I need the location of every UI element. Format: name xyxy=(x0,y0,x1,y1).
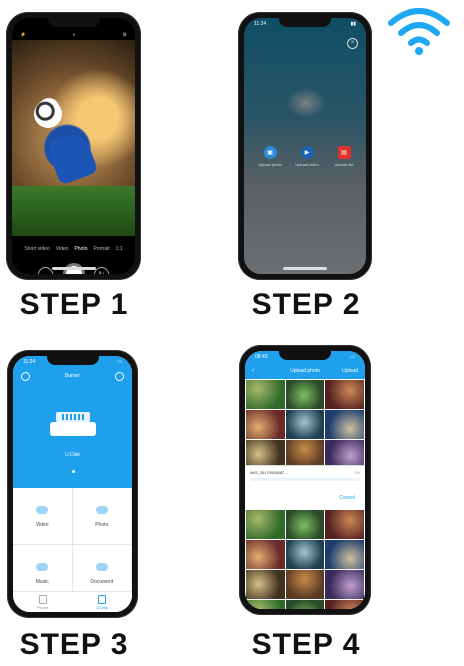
category-grid: Video Photo Music Document xyxy=(13,488,132,602)
category-photo[interactable]: Photo xyxy=(72,488,132,545)
signal-icon: ▮▮ xyxy=(350,21,356,27)
flash-icon[interactable]: ⚡ xyxy=(20,32,26,38)
step4-label: STEP 4 xyxy=(251,628,361,661)
phone-step2-upload-menu: 11:24 ▮▮ × ▣ Upload photo ▶ Upload video … xyxy=(238,12,372,280)
burner-header: 11:24 ▭ Burner U Disk xyxy=(13,356,132,488)
status-time: 11:24 xyxy=(23,359,36,365)
camera-mode-selector: Short video Video Photo Portrait 1:1 xyxy=(12,246,135,252)
mode-short-video[interactable]: Short video xyxy=(24,246,49,252)
upload-percent: 0% xyxy=(354,470,360,475)
upload-progress-dialog: IMG_20170928087... 0% Cancel xyxy=(245,465,365,511)
hdr-icon[interactable]: ◐ xyxy=(73,32,76,38)
status-time: 08:43 xyxy=(255,354,268,360)
photo-thumbnail[interactable] xyxy=(246,380,285,409)
bottom-tabbar: Phone U Disk xyxy=(13,591,132,612)
mode-portrait[interactable]: Portrait xyxy=(94,246,110,252)
file-icon: ▤ xyxy=(337,146,351,159)
phone-step1-camera: ⚡ ◐ ⚙ Short video Video Photo Portrait 1… xyxy=(6,12,141,280)
camera-topbar: ⚡ ◐ ⚙ xyxy=(20,32,127,38)
burner-screen: 11:24 ▭ Burner U Disk Video Photo Music D… xyxy=(13,356,132,612)
cancel-button[interactable]: Cancel xyxy=(339,495,355,501)
photo-thumbnail[interactable] xyxy=(246,600,285,609)
upload-photo-option[interactable]: ▣ Upload photo xyxy=(250,146,290,167)
photo-thumbnail[interactable] xyxy=(246,570,285,599)
camera-screen: ⚡ ◐ ⚙ Short video Video Photo Portrait 1… xyxy=(12,18,135,274)
upload-nav-bar: 08:43 ▭ ‹ Upload photo Upload xyxy=(245,351,365,379)
photo-thumbnail[interactable] xyxy=(325,570,364,599)
photo-thumbnail[interactable] xyxy=(285,380,325,409)
phone-step4-upload-photos: 08:43 ▭ ‹ Upload photo Upload IMG_2017092… xyxy=(239,345,371,615)
play-icon: ▶ xyxy=(300,146,314,159)
photo-thumbnail[interactable] xyxy=(285,540,325,569)
usb-icon xyxy=(98,595,107,604)
photo-thumbnail[interactable] xyxy=(285,570,325,599)
battery-icon: ▭ xyxy=(117,359,122,365)
blurred-background xyxy=(286,88,326,118)
player-figure xyxy=(45,129,99,186)
photo-thumbnail[interactable] xyxy=(246,510,285,539)
upload-progress-bar xyxy=(250,478,360,481)
upload-action[interactable]: Upload xyxy=(342,368,358,374)
battery-icon: ▭ xyxy=(350,354,355,360)
photo-thumbnail[interactable] xyxy=(285,510,325,539)
upload-video-option[interactable]: ▶ Upload video xyxy=(287,146,327,167)
mode-photo[interactable]: Photo xyxy=(74,246,87,252)
cloud-document-icon xyxy=(95,563,108,571)
cloud-video-icon xyxy=(36,506,49,514)
camera-viewfinder[interactable] xyxy=(12,40,135,236)
step2-label: STEP 2 xyxy=(251,288,361,321)
tab-u-disk[interactable]: U Disk xyxy=(73,592,133,612)
photo-thumbnail[interactable] xyxy=(246,410,285,439)
photo-thumbnail[interactable] xyxy=(325,510,364,539)
photo-thumbnail[interactable] xyxy=(325,600,364,609)
gallery-button[interactable] xyxy=(38,267,53,274)
photo-grid-top xyxy=(246,380,364,469)
mode-square[interactable]: 1:1 xyxy=(116,246,123,252)
settings-icon[interactable]: ⚙ xyxy=(123,32,127,38)
step3-label: STEP 3 xyxy=(19,628,129,661)
step1-label: STEP 1 xyxy=(19,288,129,321)
upload-file-option[interactable]: ▤ Upload file xyxy=(324,146,364,167)
category-video[interactable]: Video xyxy=(13,488,73,545)
cloud-photo-icon xyxy=(95,506,108,514)
photo-grid-bottom xyxy=(246,510,364,609)
photo-thumbnail[interactable] xyxy=(285,600,325,609)
upload-filename: IMG_20170928087... xyxy=(250,470,288,475)
upload-menu-screen: 11:24 ▮▮ × ▣ Upload photo ▶ Upload video … xyxy=(244,18,366,274)
close-icon[interactable]: × xyxy=(347,38,358,49)
device-name: U Disk xyxy=(65,452,80,458)
photo-thumbnail[interactable] xyxy=(285,410,325,439)
refresh-icon[interactable] xyxy=(115,372,124,381)
flip-camera-icon[interactable]: ↻ xyxy=(94,267,109,274)
image-icon: ▣ xyxy=(263,146,277,159)
photo-thumbnail[interactable] xyxy=(246,540,285,569)
phone-icon xyxy=(38,595,47,604)
photo-thumbnail[interactable] xyxy=(325,540,364,569)
upload-photos-screen: 08:43 ▭ ‹ Upload photo Upload IMG_2017092… xyxy=(245,351,365,609)
photo-thumbnail[interactable] xyxy=(325,410,364,439)
page-indicator xyxy=(71,470,75,473)
wifi-icon xyxy=(388,8,450,55)
soccer-ball xyxy=(34,100,62,128)
photo-thumbnail[interactable] xyxy=(325,380,364,409)
cloud-music-icon xyxy=(36,563,49,571)
status-time: 11:24 xyxy=(254,21,267,27)
phone-step3-burner-app: 11:24 ▭ Burner U Disk Video Photo Music D… xyxy=(7,350,138,618)
tab-phone[interactable]: Phone xyxy=(13,592,73,612)
usb-drive-icon xyxy=(49,412,96,436)
mode-video[interactable]: Video xyxy=(56,246,69,252)
